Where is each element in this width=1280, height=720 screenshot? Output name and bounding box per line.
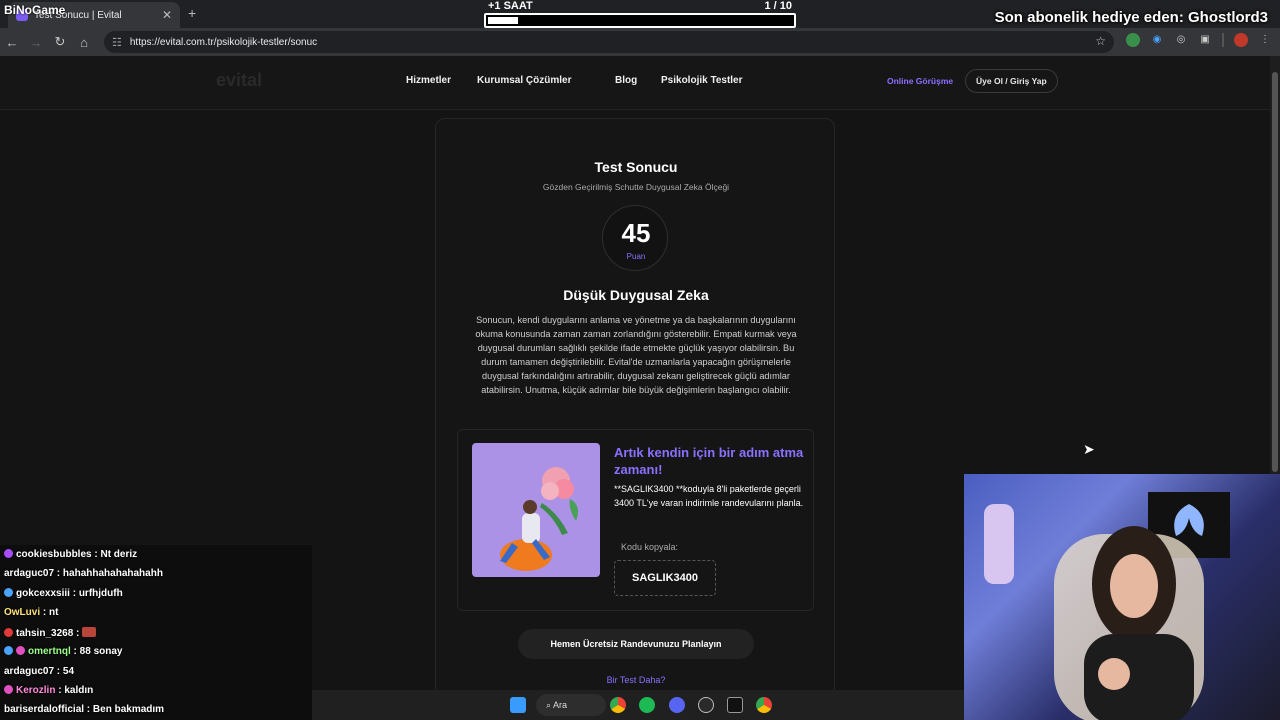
score-label: Puan <box>626 252 646 261</box>
site-info-icon[interactable]: ☷ <box>112 36 122 49</box>
chat-user: ardaguc07 <box>4 666 55 677</box>
chat-message: ardaguc07 : hahahhahahahahahh <box>4 568 163 579</box>
scrollbar-thumb[interactable] <box>1272 72 1278 472</box>
extension-sound-icon[interactable]: ◉ <box>1150 33 1164 47</box>
steam-icon[interactable] <box>698 697 714 713</box>
chat-user: omertnql <box>28 646 71 657</box>
book-appointment-button[interactable]: Hemen Ücretsiz Randevunuzu Planlayın <box>518 629 754 659</box>
chat-user: Kerozlin <box>16 685 56 696</box>
chat-message: omertnql : 88 sonay <box>4 646 122 657</box>
search-icon: ⌕ <box>546 700 554 710</box>
chat-text: hahahhahahahahahh <box>62 568 163 579</box>
chat-badge-icon <box>4 628 13 637</box>
reload-icon[interactable]: ↻ <box>48 34 72 50</box>
chat-text: 88 sonay <box>79 646 123 657</box>
promo-text: **SAGLIK3400 **koduyla 8'li paketlerde g… <box>614 484 804 508</box>
result-card: Test Sonucu Gözden Geçirilmiş Schutte Du… <box>435 118 835 720</box>
chat-emote-icon <box>82 627 97 637</box>
chat-text: urfhjdufh <box>78 588 123 599</box>
chat-message: Kerozlin : kaldın <box>4 685 93 696</box>
stream-logo: BiNoGame <box>4 3 66 17</box>
profile-avatar-icon[interactable] <box>1234 33 1248 47</box>
score-value: 45 <box>621 218 651 248</box>
chat-badge-icon <box>16 646 25 655</box>
chat-badge-icon <box>4 588 13 597</box>
chat-message: gokcexxsiii : urfhjdufh <box>4 588 123 599</box>
chat-message: OwLuvi : nt <box>4 607 59 618</box>
windows-start-icon[interactable] <box>510 697 526 713</box>
chat-text: Ben bakmadım <box>92 704 165 715</box>
epic-icon[interactable] <box>727 697 743 713</box>
result-description: Sonucun, kendi duygularını anlama ve yön… <box>475 315 797 395</box>
goal-count: 1 / 10 <box>764 0 792 12</box>
site-logo[interactable]: evital <box>216 70 262 91</box>
signup-login-button[interactable]: Üye Ol / Giriş Yap <box>965 69 1058 93</box>
chat-text: Nt deriz <box>100 549 138 560</box>
bookmark-star-icon[interactable]: ☆ <box>1095 34 1106 48</box>
taskbar-search-label: Ara <box>553 700 568 710</box>
mouse-cursor-icon: ➤ <box>1083 441 1095 457</box>
new-tab-icon[interactable]: + <box>188 5 196 21</box>
chat-user: cookiesbubbles <box>16 549 92 560</box>
menu-psikolojik-testler[interactable]: Psikolojik Testler <box>661 75 743 86</box>
address-bar[interactable]: ☷ https://evital.com.tr/psikolojik-testl… <box>104 31 1114 53</box>
score-circle: 45 Puan <box>602 205 668 271</box>
sub-gift-banner: Son abonelik hediye eden: Ghostlord3 <box>994 9 1268 26</box>
online-meeting-button[interactable]: Online Görüşme <box>878 69 962 93</box>
chat-user: gokcexxsiii <box>16 588 70 599</box>
extensions-area: ◉ ◎ ▣ ⋮ <box>1126 33 1272 47</box>
extension-shield-icon[interactable] <box>1126 33 1140 47</box>
discord-icon[interactable] <box>669 697 685 713</box>
browser-toolbar: ← → ↻ ⌂ ☷ https://evital.com.tr/psikoloj… <box>0 28 1280 56</box>
another-test-link[interactable]: Bir Test Daha? <box>436 675 836 685</box>
url-text: https://evital.com.tr/psikolojik-testler… <box>129 36 318 48</box>
chat-badge-icon <box>4 685 13 694</box>
streamer-webcam <box>964 474 1280 720</box>
browser-menu-icon[interactable]: ⋮ <box>1258 33 1272 47</box>
chat-text: nt <box>49 607 59 618</box>
spotify-icon[interactable] <box>639 697 655 713</box>
promo-title: Artık kendin için bir adım atma zamanı! <box>614 445 804 477</box>
chat-message: cookiesbubbles : Nt deriz <box>4 549 137 560</box>
chat-user: tahsin_3268 <box>16 628 74 639</box>
goal-progress-bar <box>484 13 796 28</box>
copy-code-label: Kodu kopyala: <box>621 542 679 552</box>
menu-blog[interactable]: Blog <box>615 75 637 86</box>
divider-icon <box>1222 33 1224 47</box>
menu-kurumsal[interactable]: Kurumsal Çözümler <box>477 75 571 86</box>
extension-game-icon[interactable]: ◎ <box>1174 33 1188 47</box>
home-icon[interactable]: ⌂ <box>72 35 96 50</box>
chat-text: kaldın <box>64 685 94 696</box>
chat-message: tahsin_3268 : <box>4 627 97 639</box>
chat-badge-icon <box>4 549 13 558</box>
chrome-alt-icon[interactable] <box>756 697 772 713</box>
promo-illustration <box>472 443 600 577</box>
result-title: Test Sonucu <box>594 159 678 175</box>
chat-user: ardaguc07 <box>4 568 55 579</box>
result-level: Düşük Duygusal Zeka <box>563 287 709 303</box>
result-subtitle: Gözden Geçirilmiş Schutte Duygusal Zeka … <box>542 182 730 192</box>
chat-badge-icon <box>4 646 13 655</box>
menu-hizmetler[interactable]: Hizmetler <box>406 75 451 86</box>
chat-user: OwLuvi <box>4 607 41 618</box>
chat-message: bariserdalofficial : Ben bakmadım <box>4 704 165 715</box>
stream-goal-widget: +1 SAAT 1 / 10 <box>484 0 796 29</box>
goal-progress-fill <box>488 17 518 24</box>
extensions-puzzle-icon[interactable]: ▣ <box>1198 33 1212 47</box>
back-icon[interactable]: ← <box>0 35 24 50</box>
chat-user: bariserdalofficial <box>4 704 85 715</box>
chrome-icon[interactable] <box>610 697 626 713</box>
promo-box: Artık kendin için bir adım atma zamanı! … <box>457 429 814 611</box>
chat-text: 54 <box>62 666 75 677</box>
chat-message: ardaguc07 : 54 <box>4 666 75 677</box>
discount-code-button[interactable]: SAGLIK3400 <box>614 560 716 596</box>
forward-icon[interactable]: → <box>24 35 48 50</box>
goal-label: +1 SAAT <box>488 0 533 12</box>
site-header: evital Hizmetler Kurumsal Çözümler Blog … <box>0 56 1270 110</box>
stream-chat: cookiesbubbles : Nt deriz ardaguc07 : ha… <box>0 545 312 720</box>
taskbar-search[interactable]: ⌕ Ara <box>536 694 606 716</box>
screen: Test Sonucu | Evital ✕ + BiNoGame ← → ↻ … <box>0 0 1280 720</box>
tab-close-icon[interactable]: ✕ <box>162 8 172 22</box>
windows-taskbar: ⌕ Ara <box>312 690 964 720</box>
